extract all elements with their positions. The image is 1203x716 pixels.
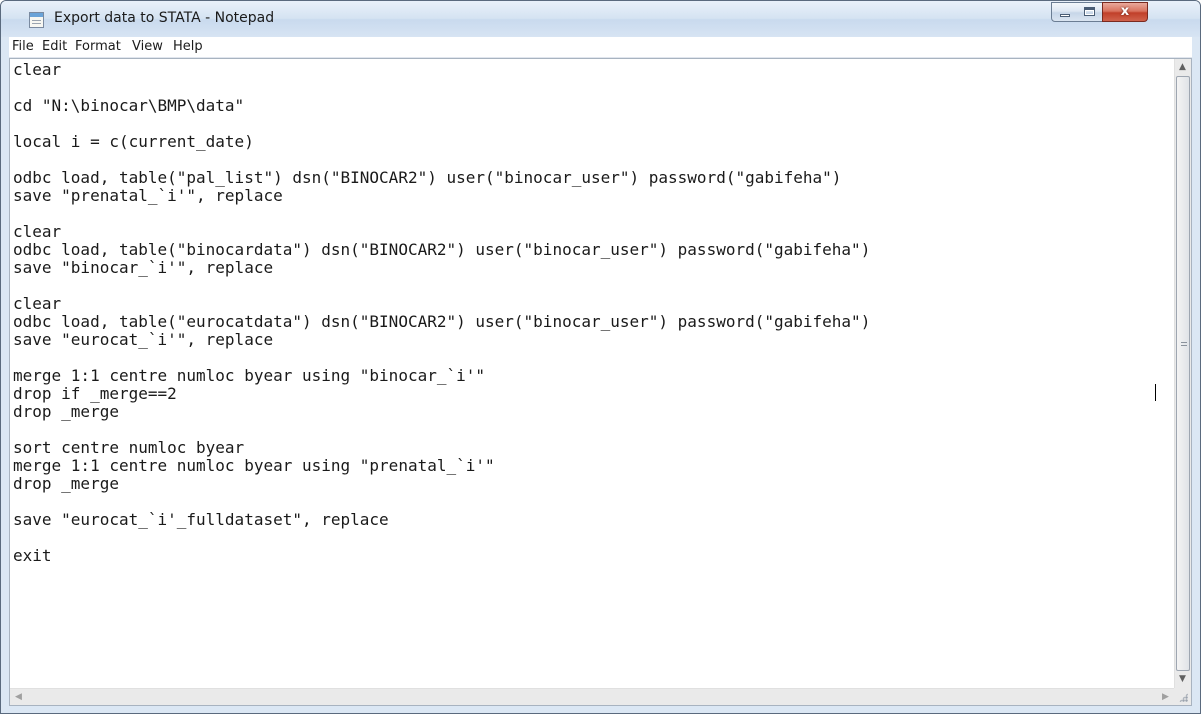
- resize-grip-icon[interactable]: [1174, 688, 1191, 705]
- text-line: clear: [13, 222, 62, 241]
- text-line: save "eurocat_`i'", replace: [13, 330, 274, 349]
- text-line: drop _merge: [13, 402, 119, 421]
- minimize-icon: [1060, 14, 1070, 17]
- menu-format[interactable]: Format: [75, 39, 121, 54]
- text-line: sort centre numloc byear: [13, 438, 245, 457]
- text-line: drop if _merge==2: [13, 384, 177, 403]
- text-editor[interactable]: clear cd "N:\binocar\BMP\data" local i =…: [10, 59, 1174, 688]
- text-line: merge 1:1 centre numloc byear using "bin…: [13, 366, 486, 385]
- text-line: odbc load, table("eurocatdata") dsn("BIN…: [13, 312, 871, 331]
- scroll-down-arrow-icon[interactable]: ▼: [1175, 671, 1190, 688]
- text-line: drop _merge: [13, 474, 119, 493]
- menu-bar: File Edit Format View Help: [9, 37, 1192, 58]
- text-line: cd "N:\binocar\BMP\data": [13, 96, 245, 115]
- notepad-window: Export data to STATA - Notepad x File Ed…: [0, 0, 1201, 714]
- text-line: odbc load, table("binocardata") dsn("BIN…: [13, 240, 871, 259]
- text-line: clear: [13, 294, 62, 313]
- title-bar[interactable]: Export data to STATA - Notepad x: [1, 1, 1200, 37]
- grip-icon: [1181, 342, 1187, 348]
- text-line: save "prenatal_`i'", replace: [13, 186, 283, 205]
- maximize-icon: [1084, 7, 1095, 16]
- horizontal-scrollbar[interactable]: ◀ ▶: [10, 688, 1174, 705]
- text-line: clear: [13, 60, 62, 79]
- text-line: exit: [13, 546, 52, 565]
- maximize-button[interactable]: [1077, 2, 1103, 22]
- editor-area[interactable]: clear cd "N:\binocar\BMP\data" local i =…: [9, 58, 1192, 706]
- menu-edit[interactable]: Edit: [42, 39, 67, 54]
- menu-file[interactable]: File: [12, 39, 34, 54]
- close-button[interactable]: x: [1102, 2, 1148, 22]
- window-title: Export data to STATA - Notepad: [54, 10, 275, 26]
- menu-view[interactable]: View: [132, 39, 163, 54]
- close-icon: x: [1120, 4, 1130, 19]
- text-line: save "eurocat_`i'_fulldataset", replace: [13, 510, 389, 529]
- scroll-left-arrow-icon[interactable]: ◀: [10, 689, 27, 705]
- text-line: local i = c(current_date): [13, 132, 254, 151]
- text-caret: [1155, 384, 1156, 401]
- minimize-button[interactable]: [1051, 2, 1078, 22]
- notepad-icon[interactable]: [29, 12, 44, 28]
- scroll-up-arrow-icon[interactable]: ▲: [1175, 59, 1190, 76]
- vertical-scroll-thumb[interactable]: [1176, 76, 1190, 671]
- menu-help[interactable]: Help: [173, 39, 203, 54]
- text-line: save "binocar_`i'", replace: [13, 258, 274, 277]
- vertical-scrollbar[interactable]: ▲ ▼: [1174, 59, 1191, 688]
- text-line: merge 1:1 centre numloc byear using "pre…: [13, 456, 495, 475]
- scroll-right-arrow-icon[interactable]: ▶: [1157, 689, 1174, 705]
- text-line: odbc load, table("pal_list") dsn("BINOCA…: [13, 168, 842, 187]
